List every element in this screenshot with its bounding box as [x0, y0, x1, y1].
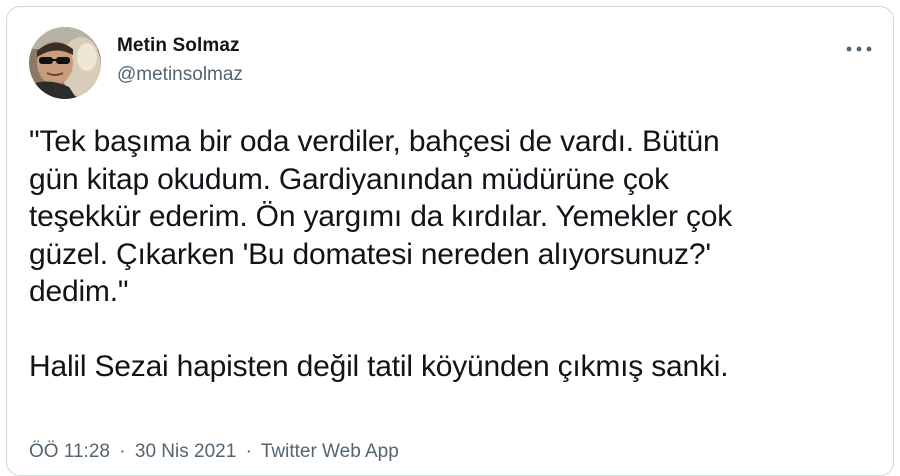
tweet-time[interactable]: ÖÖ 11:28	[29, 441, 110, 462]
meta-separator: ·	[245, 441, 252, 462]
author-name[interactable]: Metin Solmaz	[117, 35, 240, 57]
more-options-button[interactable]	[841, 37, 877, 61]
tweet-paragraph-comment: Halil Sezai hapisten değil tatil köyünde…	[29, 349, 729, 383]
author-handle[interactable]: @metinsolmaz	[117, 64, 243, 86]
tweet-source-link[interactable]: Twitter Web App	[261, 441, 399, 462]
tweet-date[interactable]: 30 Nis 2021	[135, 441, 236, 462]
tweet-text: "Tek başıma bir oda verdiler, bahçesi de…	[29, 123, 879, 385]
meta-separator: ·	[119, 441, 126, 462]
more-horizontal-icon	[846, 46, 872, 52]
tweet-metadata: ÖÖ 11:28 · 30 Nis 2021 · Twitter Web App	[29, 441, 399, 463]
tweet-card: Metin Solmaz @metinsolmaz "Tek başıma bi…	[6, 6, 894, 476]
avatar[interactable]	[29, 27, 101, 99]
tweet-paragraph-quote: "Tek başıma bir oda verdiler, bahçesi de…	[29, 125, 733, 308]
profile-photo-image	[29, 27, 101, 99]
